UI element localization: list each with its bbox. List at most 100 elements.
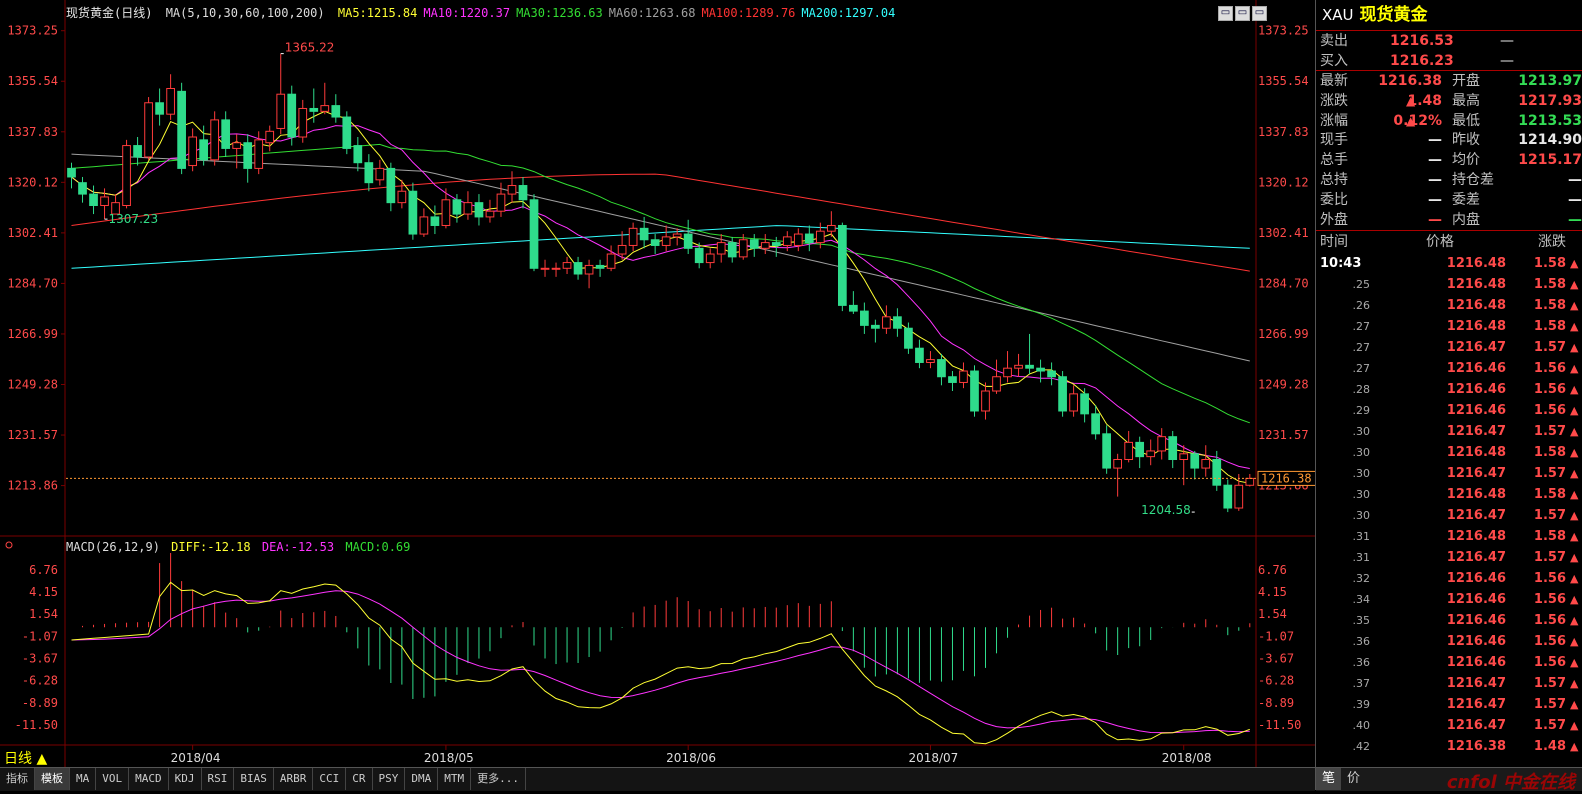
restore-icon[interactable]: ▭ <box>1218 6 1233 21</box>
candle[interactable] <box>1201 445 1211 477</box>
candle[interactable] <box>122 139 131 209</box>
candle[interactable] <box>1036 359 1045 383</box>
candle[interactable] <box>485 199 495 223</box>
candle[interactable] <box>937 353 946 386</box>
candle[interactable] <box>882 305 891 334</box>
tab-cci[interactable]: CCI <box>313 768 347 790</box>
candle[interactable] <box>188 128 197 172</box>
candle[interactable] <box>1245 473 1255 487</box>
candle[interactable] <box>419 208 429 237</box>
candle[interactable] <box>232 134 242 169</box>
candle[interactable] <box>540 259 550 277</box>
candle[interactable] <box>1124 430 1134 463</box>
tab-trades[interactable]: 笔 <box>1316 768 1342 790</box>
candle[interactable] <box>860 302 869 334</box>
candle[interactable] <box>166 74 175 120</box>
candle[interactable] <box>782 231 792 252</box>
candle[interactable] <box>562 256 572 274</box>
candle[interactable] <box>507 171 517 203</box>
tab-更多...[interactable]: 更多... <box>471 768 526 790</box>
candle[interactable] <box>826 211 836 237</box>
tab-rsi[interactable]: RSI <box>202 768 235 790</box>
candle[interactable] <box>1058 371 1067 417</box>
candle[interactable] <box>1146 439 1156 466</box>
candle[interactable] <box>551 262 561 277</box>
candle[interactable] <box>463 191 473 220</box>
candle[interactable] <box>331 94 341 123</box>
candle[interactable] <box>749 234 759 257</box>
candle[interactable] <box>1223 479 1233 513</box>
candle[interactable] <box>992 359 1001 394</box>
candle[interactable] <box>1047 362 1056 386</box>
candle[interactable] <box>573 256 583 280</box>
candle[interactable] <box>474 194 484 226</box>
candle[interactable] <box>276 53 286 135</box>
candle[interactable] <box>133 137 142 166</box>
candle[interactable] <box>265 125 275 152</box>
candle[interactable] <box>661 225 671 252</box>
candle[interactable] <box>639 216 649 249</box>
candle[interactable] <box>1003 351 1012 383</box>
candle[interactable] <box>760 234 770 255</box>
candle[interactable] <box>970 365 979 417</box>
candle[interactable] <box>793 228 803 252</box>
candle[interactable] <box>298 99 308 143</box>
candle[interactable] <box>408 182 418 240</box>
candle[interactable] <box>804 225 814 252</box>
candle[interactable] <box>1014 353 1023 377</box>
tab-vol[interactable]: VOL <box>96 768 130 790</box>
candle[interactable] <box>1168 430 1178 469</box>
chart-canvas[interactable]: 1373.25 1373.25 1355.54 1355.54 1337.83 1337.… <box>0 0 1315 767</box>
candle[interactable] <box>67 162 76 189</box>
candle[interactable] <box>243 134 253 183</box>
tab-macd[interactable]: MACD <box>129 768 169 790</box>
tab-psy[interactable]: PSY <box>373 768 406 790</box>
tab-bias[interactable]: BIAS <box>234 768 274 790</box>
candle[interactable] <box>1157 428 1167 460</box>
candle[interactable] <box>871 319 880 343</box>
candle[interactable] <box>177 82 186 175</box>
candle[interactable] <box>89 185 98 215</box>
candle[interactable] <box>981 382 990 420</box>
tab-dma[interactable]: DMA <box>405 768 439 790</box>
macd-settings-icon[interactable] <box>5 541 13 549</box>
tab-指标[interactable]: 指标 <box>0 768 35 790</box>
tab-cr[interactable]: CR <box>346 768 373 790</box>
candle[interactable] <box>386 162 396 212</box>
tile-icon[interactable]: ▭ <box>1235 6 1250 21</box>
candle[interactable] <box>1069 385 1078 417</box>
candle[interactable] <box>1025 333 1034 374</box>
candle[interactable] <box>1102 425 1111 474</box>
candle[interactable] <box>705 248 715 269</box>
candle[interactable] <box>727 236 737 263</box>
candle[interactable] <box>320 82 330 115</box>
candle[interactable] <box>606 245 616 272</box>
candle[interactable] <box>78 176 87 203</box>
tab-arbr[interactable]: ARBR <box>274 768 314 790</box>
candle[interactable] <box>342 111 352 155</box>
candle[interactable] <box>199 125 209 166</box>
candle[interactable] <box>837 222 847 312</box>
candle[interactable] <box>1080 388 1089 423</box>
candle[interactable] <box>683 219 693 255</box>
candle[interactable] <box>155 88 164 126</box>
candle[interactable] <box>1190 450 1200 480</box>
candle[interactable] <box>893 308 902 337</box>
tab-prices[interactable]: 价 <box>1341 768 1366 790</box>
candle[interactable] <box>144 97 153 160</box>
candle[interactable] <box>529 194 539 272</box>
candle[interactable] <box>364 154 374 192</box>
candle[interactable] <box>672 228 682 246</box>
candle[interactable] <box>948 371 957 392</box>
tab-kdj[interactable]: KDJ <box>169 768 202 790</box>
candle[interactable] <box>430 205 440 235</box>
tab-模板[interactable]: 模板 <box>35 768 70 790</box>
candle[interactable] <box>111 194 120 215</box>
candle[interactable] <box>650 234 660 255</box>
candle[interactable] <box>595 259 605 277</box>
candle[interactable] <box>210 111 220 166</box>
candle[interactable] <box>1135 436 1145 469</box>
candle[interactable] <box>287 85 297 146</box>
candle[interactable] <box>397 179 407 209</box>
period-selector[interactable]: 日线 ▲ <box>4 748 47 768</box>
